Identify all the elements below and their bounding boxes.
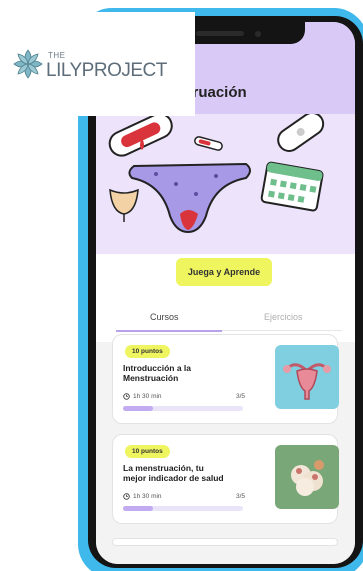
uterus-icon [283,363,331,400]
course-card[interactable]: 10 puntos Introducción a la Menstruación… [112,334,339,424]
speaker-grille [196,31,244,36]
course-title: La menstruación, tu mejor indicador de s… [123,463,224,483]
lily-logo-icon [13,49,43,79]
course-thumbnail [275,345,339,409]
tab-cursos[interactable]: Cursos [150,312,179,322]
course-duration: 1h 30 min [123,393,162,400]
points-badge: 10 puntos [125,345,170,358]
clock-icon [123,493,130,500]
play-and-learn-button[interactable]: Juega y Aprende [176,258,272,286]
course-card[interactable]: 10 puntos La menstruación, tu mejor indi… [112,434,339,524]
course-duration: 1h 30 min [123,493,162,500]
tampon-icon [194,136,223,151]
pantyliner-icon [277,111,325,152]
course-card-partial [112,538,338,546]
lesson-count: 3/5 [236,393,246,400]
pad-icon [108,112,173,157]
lesson-count: 3/5 [236,493,246,500]
course-progress [123,406,243,411]
course-progress [123,506,243,511]
logo-name: LILYPROJECT [46,60,167,81]
course-thumbnail [275,445,339,509]
clock-icon [123,393,130,400]
active-tab-indicator [116,330,222,332]
flowers-icon [291,460,324,496]
points-badge: 10 puntos [125,445,170,458]
camera-dot [255,31,261,37]
tab-ejercicios[interactable]: Ejercicios [264,312,303,322]
tab-divider [222,330,342,331]
menstrual-cup-icon [109,188,139,222]
hero-illustration [96,111,355,254]
logo-card: THE LILYPROJECT [0,12,195,116]
calendar-icon [260,161,324,212]
underwear-icon [128,162,251,234]
course-title: Introducción a la Menstruación [123,363,192,383]
logo-prefix: THE [48,51,66,60]
